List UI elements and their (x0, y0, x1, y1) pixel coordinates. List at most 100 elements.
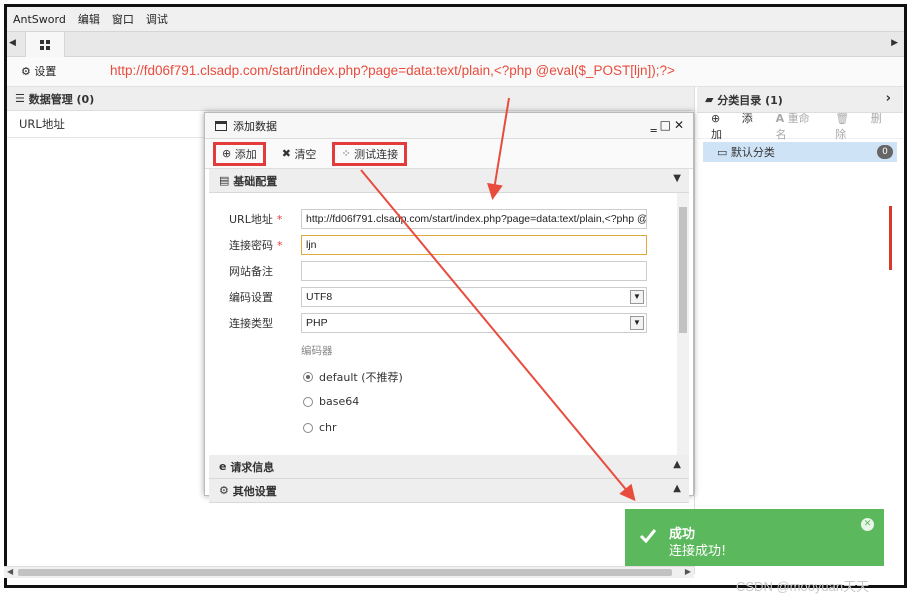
chevron-up-icon: ▲ (673, 459, 681, 470)
password-row: 连接密码 * ljn (229, 235, 647, 255)
form-scroll-thumb[interactable] (679, 207, 687, 333)
dialog-toolbar: ⊕ 添加 ✖ 清空 ⁘ 测试连接 (205, 139, 693, 169)
check-icon (639, 529, 657, 544)
category-toolbar: ⊕ 添加 A 重命名 🗑 删除 (697, 110, 903, 142)
section-basic-config[interactable]: ▤ 基础配置 ▼ (209, 169, 689, 193)
ie-icon: e (219, 460, 227, 473)
maximize-icon[interactable]: □ (660, 118, 674, 132)
type-value: PHP (306, 317, 328, 329)
encoding-label: 编码设置 (229, 291, 273, 304)
collapse-right-icon[interactable]: › (886, 91, 891, 106)
encoding-row: 编码设置 UTF8 ▼ (229, 287, 647, 307)
chevron-down-icon: ▼ (630, 290, 644, 304)
radio-icon (303, 396, 313, 407)
plus-circle-icon: ⊕ (222, 147, 232, 160)
watermark: CSDN @mooyuan天天 (736, 579, 870, 594)
encoder-option-chr[interactable]: chr (303, 421, 337, 434)
encoder-option-base64[interactable]: base64 (303, 395, 359, 408)
category-title: 分类目录 (1) (717, 93, 783, 107)
x-icon: ✖ (281, 147, 291, 160)
radio-icon (303, 422, 313, 433)
type-select[interactable]: PHP ▼ (301, 313, 647, 333)
scroll-left-icon[interactable]: ◀ (7, 567, 13, 576)
category-count-badge: 0 (877, 145, 893, 159)
list-icon: ☰ (15, 92, 29, 105)
test-connection-button[interactable]: ⁘ 测试连接 (332, 141, 408, 166)
category-header: ▰ 分类目录 (1) › (697, 87, 903, 113)
edge-marker (889, 206, 892, 270)
section-request-title: 请求信息 (230, 460, 275, 474)
url-row: URL地址 * http://fd06f791.clsadp.com/start/… (229, 209, 647, 229)
section-basic-title: 基础配置 (233, 174, 278, 188)
section-other-title: 其他设置 (232, 484, 277, 498)
add-button-label: 添加 (234, 147, 257, 161)
horizontal-scrollbar[interactable]: ◀ ▶ (4, 566, 694, 578)
type-row: 连接类型 PHP ▼ (229, 313, 647, 333)
category-item-default[interactable]: ▭ 默认分类 0 (703, 142, 897, 162)
note-row: 网站备注 (229, 261, 647, 281)
menu-edit[interactable]: 编辑 (78, 11, 100, 27)
chevron-down-icon: ▼ (630, 316, 644, 330)
scroll-right-icon[interactable]: ▶ (685, 567, 691, 576)
form-scrollbar[interactable] (677, 193, 689, 455)
category-panel: ▰ 分类目录 (1) › ⊕ 添加 A 重命名 🗑 删除 ▭ 默认分类 0 (697, 87, 903, 579)
minimize-icon[interactable]: ‗ (651, 118, 660, 132)
category-item-label: 默认分类 (730, 146, 775, 159)
folder-outline-icon: ▭ (717, 145, 731, 159)
category-add-button[interactable]: ⊕ 添加 (711, 110, 758, 142)
success-toast: 成功 连接成功! ✕ (625, 509, 884, 566)
data-management-header: ☰ 数据管理 (0) (7, 87, 694, 111)
tab-strip: ◀ ▶ (7, 31, 904, 57)
menu-debug[interactable]: 调试 (146, 11, 168, 27)
note-label: 网站备注 (229, 265, 273, 278)
chevron-down-icon: ▼ (673, 173, 681, 184)
password-input[interactable]: ljn (301, 235, 647, 255)
menu-window[interactable]: 窗口 (112, 11, 134, 27)
plus-circle-icon: ⊕ (711, 111, 721, 125)
basic-config-form: URL地址 * http://fd06f791.clsadp.com/start/… (209, 193, 689, 455)
add-data-dialog: 添加数据 ‗□✕ ⊕ 添加 ✖ 清空 ⁘ 测试连接 ▤ 基础配置 ▼ URL地址… (204, 112, 694, 503)
section-other-settings[interactable]: ⚙ 其他设置 ▲ (209, 479, 689, 503)
trash-icon: 🗑 (835, 111, 850, 125)
note-input[interactable] (301, 261, 647, 281)
clear-button-label: 清空 (294, 147, 317, 161)
horizontal-scroll-thumb[interactable] (18, 569, 672, 576)
encoder-option-label: chr (319, 421, 337, 434)
clear-button[interactable]: ✖ 清空 (276, 142, 323, 166)
encoder-label: 编码器 (301, 345, 333, 357)
menu-antsword[interactable]: AntSword (13, 13, 66, 26)
menu-bar: AntSword 编辑 窗口 调试 (7, 7, 904, 31)
encoder-option-label: base64 (319, 395, 360, 408)
settings-button[interactable]: ⚙ 设置 (21, 63, 56, 79)
encoding-value: UTF8 (306, 291, 333, 303)
category-rename-button[interactable]: A 重命名 (776, 110, 818, 142)
window-controls: ‗□✕ (651, 118, 687, 132)
tab-scroll-right-icon[interactable]: ▶ (891, 38, 898, 48)
folder-icon: ▰ (705, 93, 718, 106)
cogs-icon: ⚙ (219, 484, 233, 497)
font-icon: A (775, 111, 785, 125)
dialog-title: 添加数据 (233, 119, 277, 133)
spinner-icon: ⁘ (341, 147, 351, 160)
radio-icon (303, 372, 313, 382)
gear-icon: ⚙ (21, 65, 31, 78)
encoder-option-default[interactable]: default (不推荐) (303, 369, 403, 385)
encoding-select[interactable]: UTF8 ▼ (301, 287, 647, 307)
password-label: 连接密码 * (229, 239, 283, 252)
category-delete-button[interactable]: 🗑 删除 (835, 110, 885, 142)
settings-label: 设置 (34, 65, 57, 78)
data-management-title: 数据管理 (0) (28, 92, 95, 106)
section-request-info[interactable]: e 请求信息 ▲ (209, 455, 689, 479)
add-button[interactable]: ⊕ 添加 (213, 141, 266, 166)
toast-message: 连接成功! (669, 544, 727, 559)
chevron-up-icon: ▲ (673, 483, 681, 494)
settings-row: ⚙ 设置 http://fd06f791.clsadp.com/start/in… (7, 57, 904, 87)
tab-scroll-left-icon[interactable]: ◀ (9, 38, 19, 52)
test-connection-label: 测试连接 (354, 147, 399, 161)
close-icon[interactable]: ✕ (861, 518, 874, 531)
annotation-url-text: http://fd06f791.clsadp.com/start/index.p… (110, 63, 675, 78)
close-icon[interactable]: ✕ (674, 118, 687, 132)
url-input[interactable]: http://fd06f791.clsadp.com/start/index.p… (301, 209, 647, 229)
type-label: 连接类型 (229, 317, 273, 330)
tab-home[interactable] (25, 32, 65, 57)
